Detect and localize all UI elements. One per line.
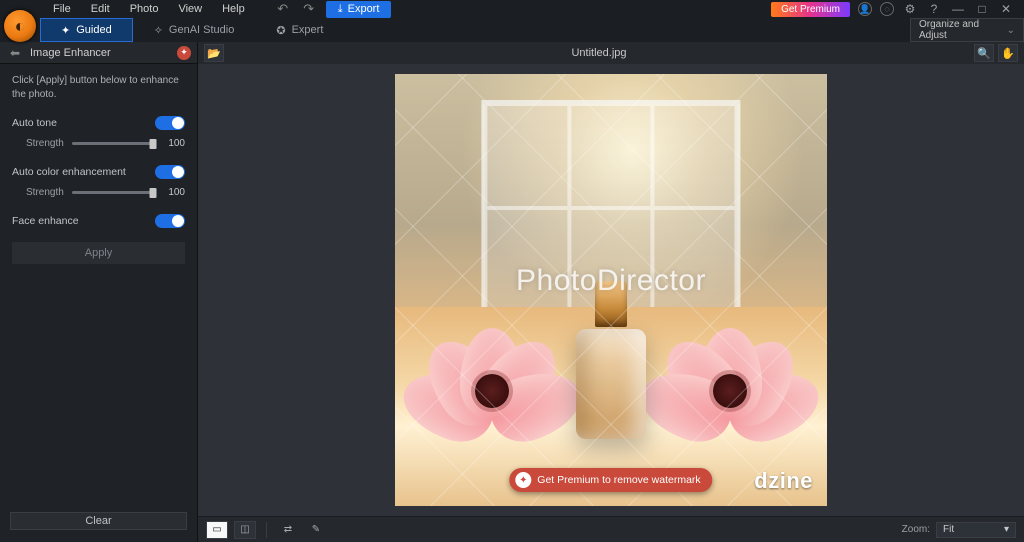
auto-tone-label: Auto tone [12,117,57,129]
workspace-dropdown-label: Organize and Adjust [919,19,1007,41]
redo-button[interactable]: ↷ [300,1,318,17]
export-button[interactable]: ⤓ Export [326,1,392,18]
back-button[interactable]: ⬅ [6,44,24,62]
open-folder-button[interactable]: 📂 [204,44,224,62]
zoom-value: Fit [943,524,954,535]
menu-photo[interactable]: Photo [121,1,168,17]
settings-icon[interactable]: ⚙ [902,1,918,17]
chevron-down-icon: ⌄ [1007,25,1015,36]
view-split-button[interactable]: ◫ [234,521,256,539]
expert-icon: ✪ [276,24,285,37]
premium-pill-icon: ✦ [515,472,531,488]
filename-label: Untitled.jpg [230,47,968,59]
export-label: Export [348,3,380,15]
auto-color-label: Auto color enhancement [12,166,126,178]
genai-label: GenAI Studio [169,24,234,36]
zoom-select[interactable]: Fit ▾ [936,522,1016,538]
zoom-tool-button[interactable]: 🔍 [974,44,994,62]
auto-color-strength-value: 100 [161,187,185,198]
app-logo[interactable]: ◐ [4,10,36,42]
canvas-area: 📂 Untitled.jpg 🔍 ✋ [198,42,1024,542]
remove-watermark-label: Get Premium to remove watermark [537,474,700,486]
menu-help[interactable]: Help [213,1,254,17]
guided-icon: ✦ [61,24,70,37]
get-premium-button[interactable]: Get Premium [771,2,850,17]
tab-genai-studio[interactable]: ✧ GenAI Studio [133,18,256,42]
canvas-image: PhotoDirector dzine ✦ Get Premium to rem… [395,74,827,506]
genai-icon: ✧ [154,24,163,37]
menu-edit[interactable]: Edit [82,1,119,17]
premium-badge-icon[interactable]: ✦ [177,46,191,60]
strength-label-1: Strength [26,138,64,149]
guided-label: Guided [76,24,111,36]
view-single-button[interactable]: ▭ [206,521,228,539]
tab-guided[interactable]: ✦ Guided [40,18,133,42]
workspace-dropdown[interactable]: Organize and Adjust ⌄ [910,18,1024,42]
account-icon[interactable]: 👤 [858,2,872,16]
auto-tone-strength-slider[interactable] [72,142,153,145]
left-panel: ⬅ Image Enhancer ✦ Click [Apply] button … [0,42,198,542]
compare-button[interactable]: ⇄ [277,521,299,539]
export-icon: ⤓ [338,3,343,16]
help-icon[interactable]: ? [926,1,942,17]
panel-title: Image Enhancer [30,47,171,59]
tab-expert[interactable]: ✪ Expert [255,18,344,42]
maximize-button[interactable]: □ [974,1,990,17]
canvas-viewport[interactable]: PhotoDirector dzine ✦ Get Premium to rem… [198,64,1024,516]
menu-view[interactable]: View [169,1,211,17]
close-button[interactable]: ✕ [998,1,1014,17]
auto-color-toggle[interactable] [155,165,185,179]
face-enhance-label: Face enhance [12,215,79,227]
auto-color-strength-slider[interactable] [72,191,153,194]
notifications-icon[interactable]: ◌ [880,2,894,16]
auto-tone-toggle[interactable] [155,116,185,130]
face-enhance-toggle[interactable] [155,214,185,228]
undo-button[interactable]: ↶ [274,1,292,17]
apply-button[interactable]: Apply [12,242,185,264]
menu-file[interactable]: File [44,1,80,17]
remove-watermark-button[interactable]: ✦ Get Premium to remove watermark [509,468,712,492]
pan-tool-button[interactable]: ✋ [998,44,1018,62]
strength-label-2: Strength [26,187,64,198]
chevron-down-icon: ▾ [1004,524,1009,535]
auto-tone-strength-value: 100 [161,138,185,149]
panel-instruction: Click [Apply] button below to enhance th… [12,74,185,102]
expert-label: Expert [292,24,324,36]
clear-button[interactable]: Clear [10,512,187,530]
mode-bar: ✦ Guided ✧ GenAI Studio ✪ Expert Organiz… [0,18,1024,42]
edit-tool-button[interactable]: ✎ [305,521,327,539]
menu-bar: File Edit Photo View Help ↶ ↷ ⤓ Export G… [0,0,1024,18]
image-brand-logo: dzine [754,468,813,494]
zoom-label: Zoom: [902,524,930,535]
minimize-button[interactable]: — [950,1,966,17]
